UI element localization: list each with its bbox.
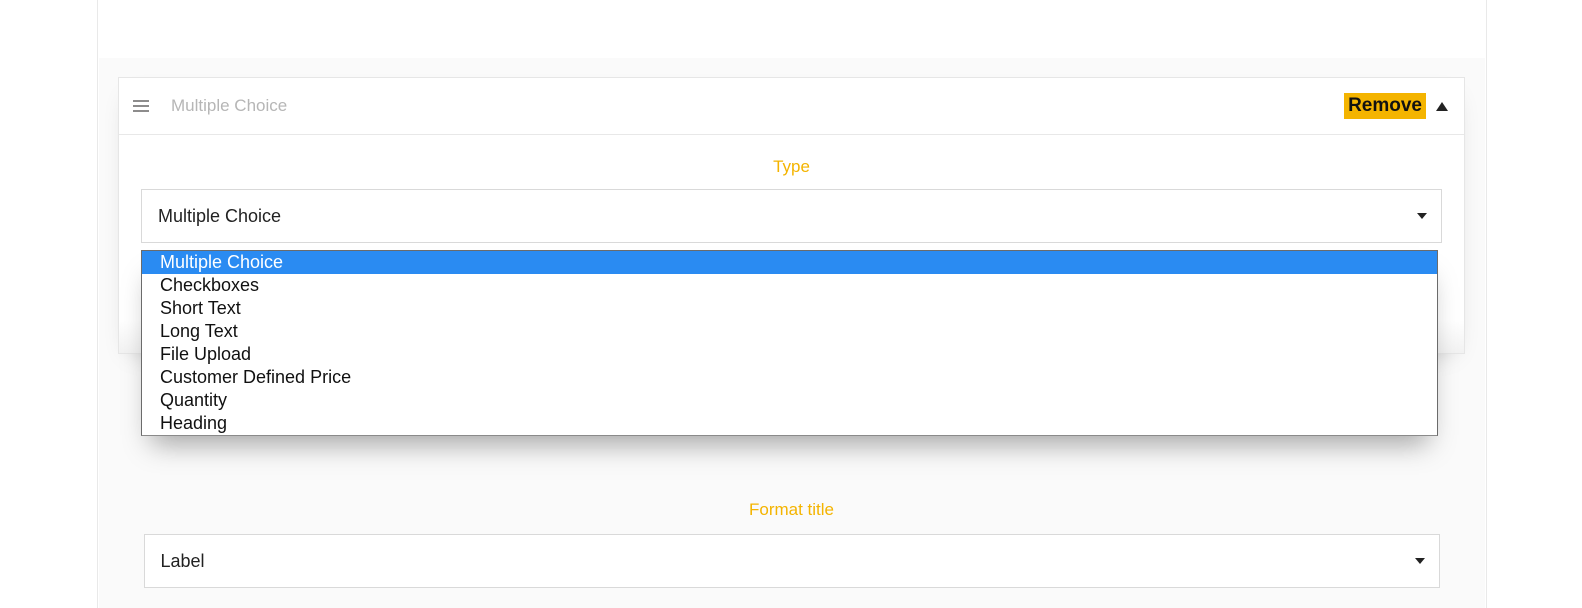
remove-button[interactable]: Remove	[1344, 93, 1426, 119]
type-option[interactable]: Short Text	[142, 297, 1437, 320]
form-builder-frame: Multiple Choice Remove Type Multiple Cho…	[97, 0, 1487, 608]
chevron-down-icon	[1415, 558, 1425, 564]
type-select[interactable]: Multiple Choice	[141, 189, 1442, 243]
field-panel-header: Multiple Choice Remove	[119, 78, 1464, 135]
type-option[interactable]: File Upload	[142, 343, 1437, 366]
type-option[interactable]: Quantity	[142, 389, 1437, 412]
type-label: Type	[141, 157, 1442, 177]
chevron-down-icon	[1417, 213, 1427, 219]
type-option[interactable]: Customer Defined Price	[142, 366, 1437, 389]
type-option[interactable]: Checkboxes	[142, 274, 1437, 297]
format-title-section: Format title Label	[118, 500, 1465, 588]
type-option[interactable]: Long Text	[142, 320, 1437, 343]
type-option[interactable]: Heading	[142, 412, 1437, 435]
collapse-toggle-icon[interactable]	[1436, 102, 1448, 111]
type-dropdown-list[interactable]: Multiple ChoiceCheckboxesShort TextLong …	[141, 250, 1438, 436]
field-panel-body: Type Multiple Choice Multiple ChoiceChec…	[119, 135, 1464, 353]
type-select-value: Multiple Choice	[158, 206, 281, 227]
format-title-label: Format title	[118, 500, 1465, 520]
field-panel: Multiple Choice Remove Type Multiple Cho…	[118, 77, 1465, 354]
format-title-select[interactable]: Label	[144, 534, 1440, 588]
field-panel-title: Multiple Choice	[171, 96, 1344, 116]
type-option[interactable]: Multiple Choice	[142, 251, 1437, 274]
format-title-select-value: Label	[161, 551, 205, 572]
drag-handle-icon[interactable]	[133, 100, 151, 112]
